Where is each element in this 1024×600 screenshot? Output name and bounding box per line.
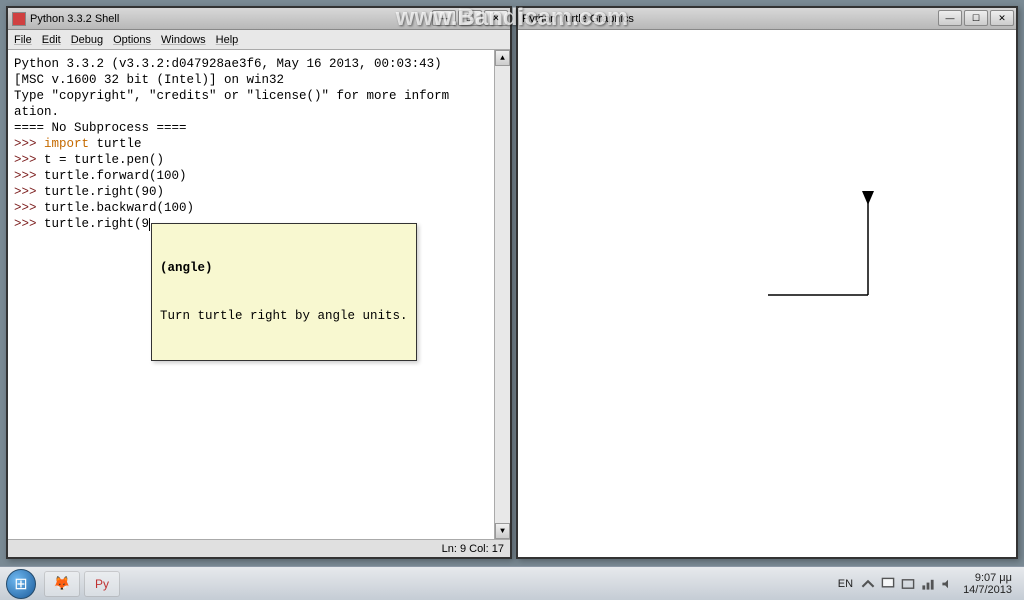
clock-date: 14/7/2013 <box>963 584 1012 596</box>
python-icon: Py <box>95 577 109 591</box>
clock-time: 9:07 μμ <box>963 572 1012 584</box>
scroll-down-button[interactable]: ▼ <box>495 523 510 539</box>
close-button[interactable]: ✕ <box>990 10 1014 26</box>
menu-file[interactable]: File <box>14 34 32 46</box>
calltip-signature: (angle) <box>160 260 408 276</box>
calltip-tooltip: (angle) Turn turtle right by angle units… <box>151 223 417 361</box>
taskbar-item-idle[interactable]: Py <box>84 571 120 597</box>
shell-statusbar: Ln: 9 Col: 17 <box>8 539 510 557</box>
prompt: >>> <box>14 201 37 215</box>
language-indicator[interactable]: EN <box>838 578 853 590</box>
status-ln-label: Ln: <box>442 543 457 555</box>
network-icon[interactable] <box>921 577 935 591</box>
windows-taskbar: ⊞ 🦊 Py EN 9:07 μμ 14/7/2013 <box>0 566 1024 600</box>
prompt: >>> <box>14 217 37 231</box>
menu-windows[interactable]: Windows <box>161 34 206 46</box>
prompt: >>> <box>14 153 37 167</box>
turtle-graphics-window: Python Turtle Graphics — ☐ ✕ <box>516 6 1018 559</box>
banner-line: Python 3.3.2 (v3.3.2:d047928ae3f6, May 1… <box>14 57 442 71</box>
scroll-up-button[interactable]: ▲ <box>495 50 510 66</box>
action-center-icon[interactable] <box>901 577 915 591</box>
turtle-drawing <box>518 30 1018 559</box>
turtle-cursor-icon <box>862 191 874 205</box>
menu-debug[interactable]: Debug <box>71 34 103 46</box>
calltip-doc: Turn turtle right by angle units. <box>160 308 408 324</box>
code-text: turtle.right(90) <box>44 185 164 199</box>
menu-options[interactable]: Options <box>113 34 151 46</box>
banner-line: Type "copyright", "credits" or "license(… <box>14 89 449 103</box>
close-button[interactable]: ✕ <box>484 10 508 26</box>
code-text: turtle <box>89 137 142 151</box>
banner-line: [MSC v.1600 32 bit (Intel)] on win32 <box>14 73 284 87</box>
code-text: t = turtle.pen() <box>44 153 164 167</box>
prompt: >>> <box>14 137 37 151</box>
keyword-import: import <box>44 137 89 151</box>
start-button[interactable]: ⊞ <box>6 569 36 599</box>
minimize-button[interactable]: — <box>938 10 962 26</box>
volume-icon[interactable] <box>941 577 955 591</box>
flag-icon[interactable] <box>881 577 895 591</box>
prompt: >>> <box>14 169 37 183</box>
menu-help[interactable]: Help <box>216 34 239 46</box>
shell-titlebar[interactable]: Python 3.3.2 Shell — ☐ ✕ <box>8 8 510 30</box>
menu-edit[interactable]: Edit <box>42 34 61 46</box>
windows-logo-icon: ⊞ <box>14 574 27 594</box>
code-area[interactable]: Python 3.3.2 (v3.3.2:d047928ae3f6, May 1… <box>8 50 510 270</box>
shell-menubar: File Edit Debug Options Windows Help <box>8 30 510 50</box>
text-cursor <box>149 218 150 231</box>
firefox-icon: 🦊 <box>53 575 70 592</box>
code-text: turtle.right(9 <box>44 217 149 231</box>
turtle-titlebar[interactable]: Python Turtle Graphics — ☐ ✕ <box>518 8 1016 30</box>
maximize-button[interactable]: ☐ <box>458 10 482 26</box>
system-tray: EN 9:07 μμ 14/7/2013 <box>838 572 1018 596</box>
shell-content[interactable]: Python 3.3.2 (v3.3.2:d047928ae3f6, May 1… <box>8 50 510 539</box>
code-text: turtle.backward(100) <box>44 201 194 215</box>
maximize-button[interactable]: ☐ <box>964 10 988 26</box>
taskbar-item-firefox[interactable]: 🦊 <box>44 571 80 597</box>
chevron-up-icon[interactable] <box>861 577 875 591</box>
taskbar-clock[interactable]: 9:07 μμ 14/7/2013 <box>963 572 1018 596</box>
prompt: >>> <box>14 185 37 199</box>
window-controls: — ☐ ✕ <box>432 10 508 26</box>
status-col-label: Col: <box>469 543 489 555</box>
status-col: 17 <box>492 543 504 555</box>
code-text: turtle.forward(100) <box>44 169 187 183</box>
turtle-canvas <box>518 30 1016 557</box>
tray-icons <box>861 577 955 591</box>
python-icon <box>12 12 26 26</box>
minimize-button[interactable]: — <box>432 10 456 26</box>
python-shell-window: Python 3.3.2 Shell — ☐ ✕ File Edit Debug… <box>6 6 512 559</box>
banner-line: ation. <box>14 105 59 119</box>
window-controls: — ☐ ✕ <box>938 10 1014 26</box>
banner-line: ==== No Subprocess ==== <box>14 121 187 135</box>
status-ln: 9 <box>460 543 466 555</box>
vertical-scrollbar[interactable]: ▲ ▼ <box>494 50 510 539</box>
